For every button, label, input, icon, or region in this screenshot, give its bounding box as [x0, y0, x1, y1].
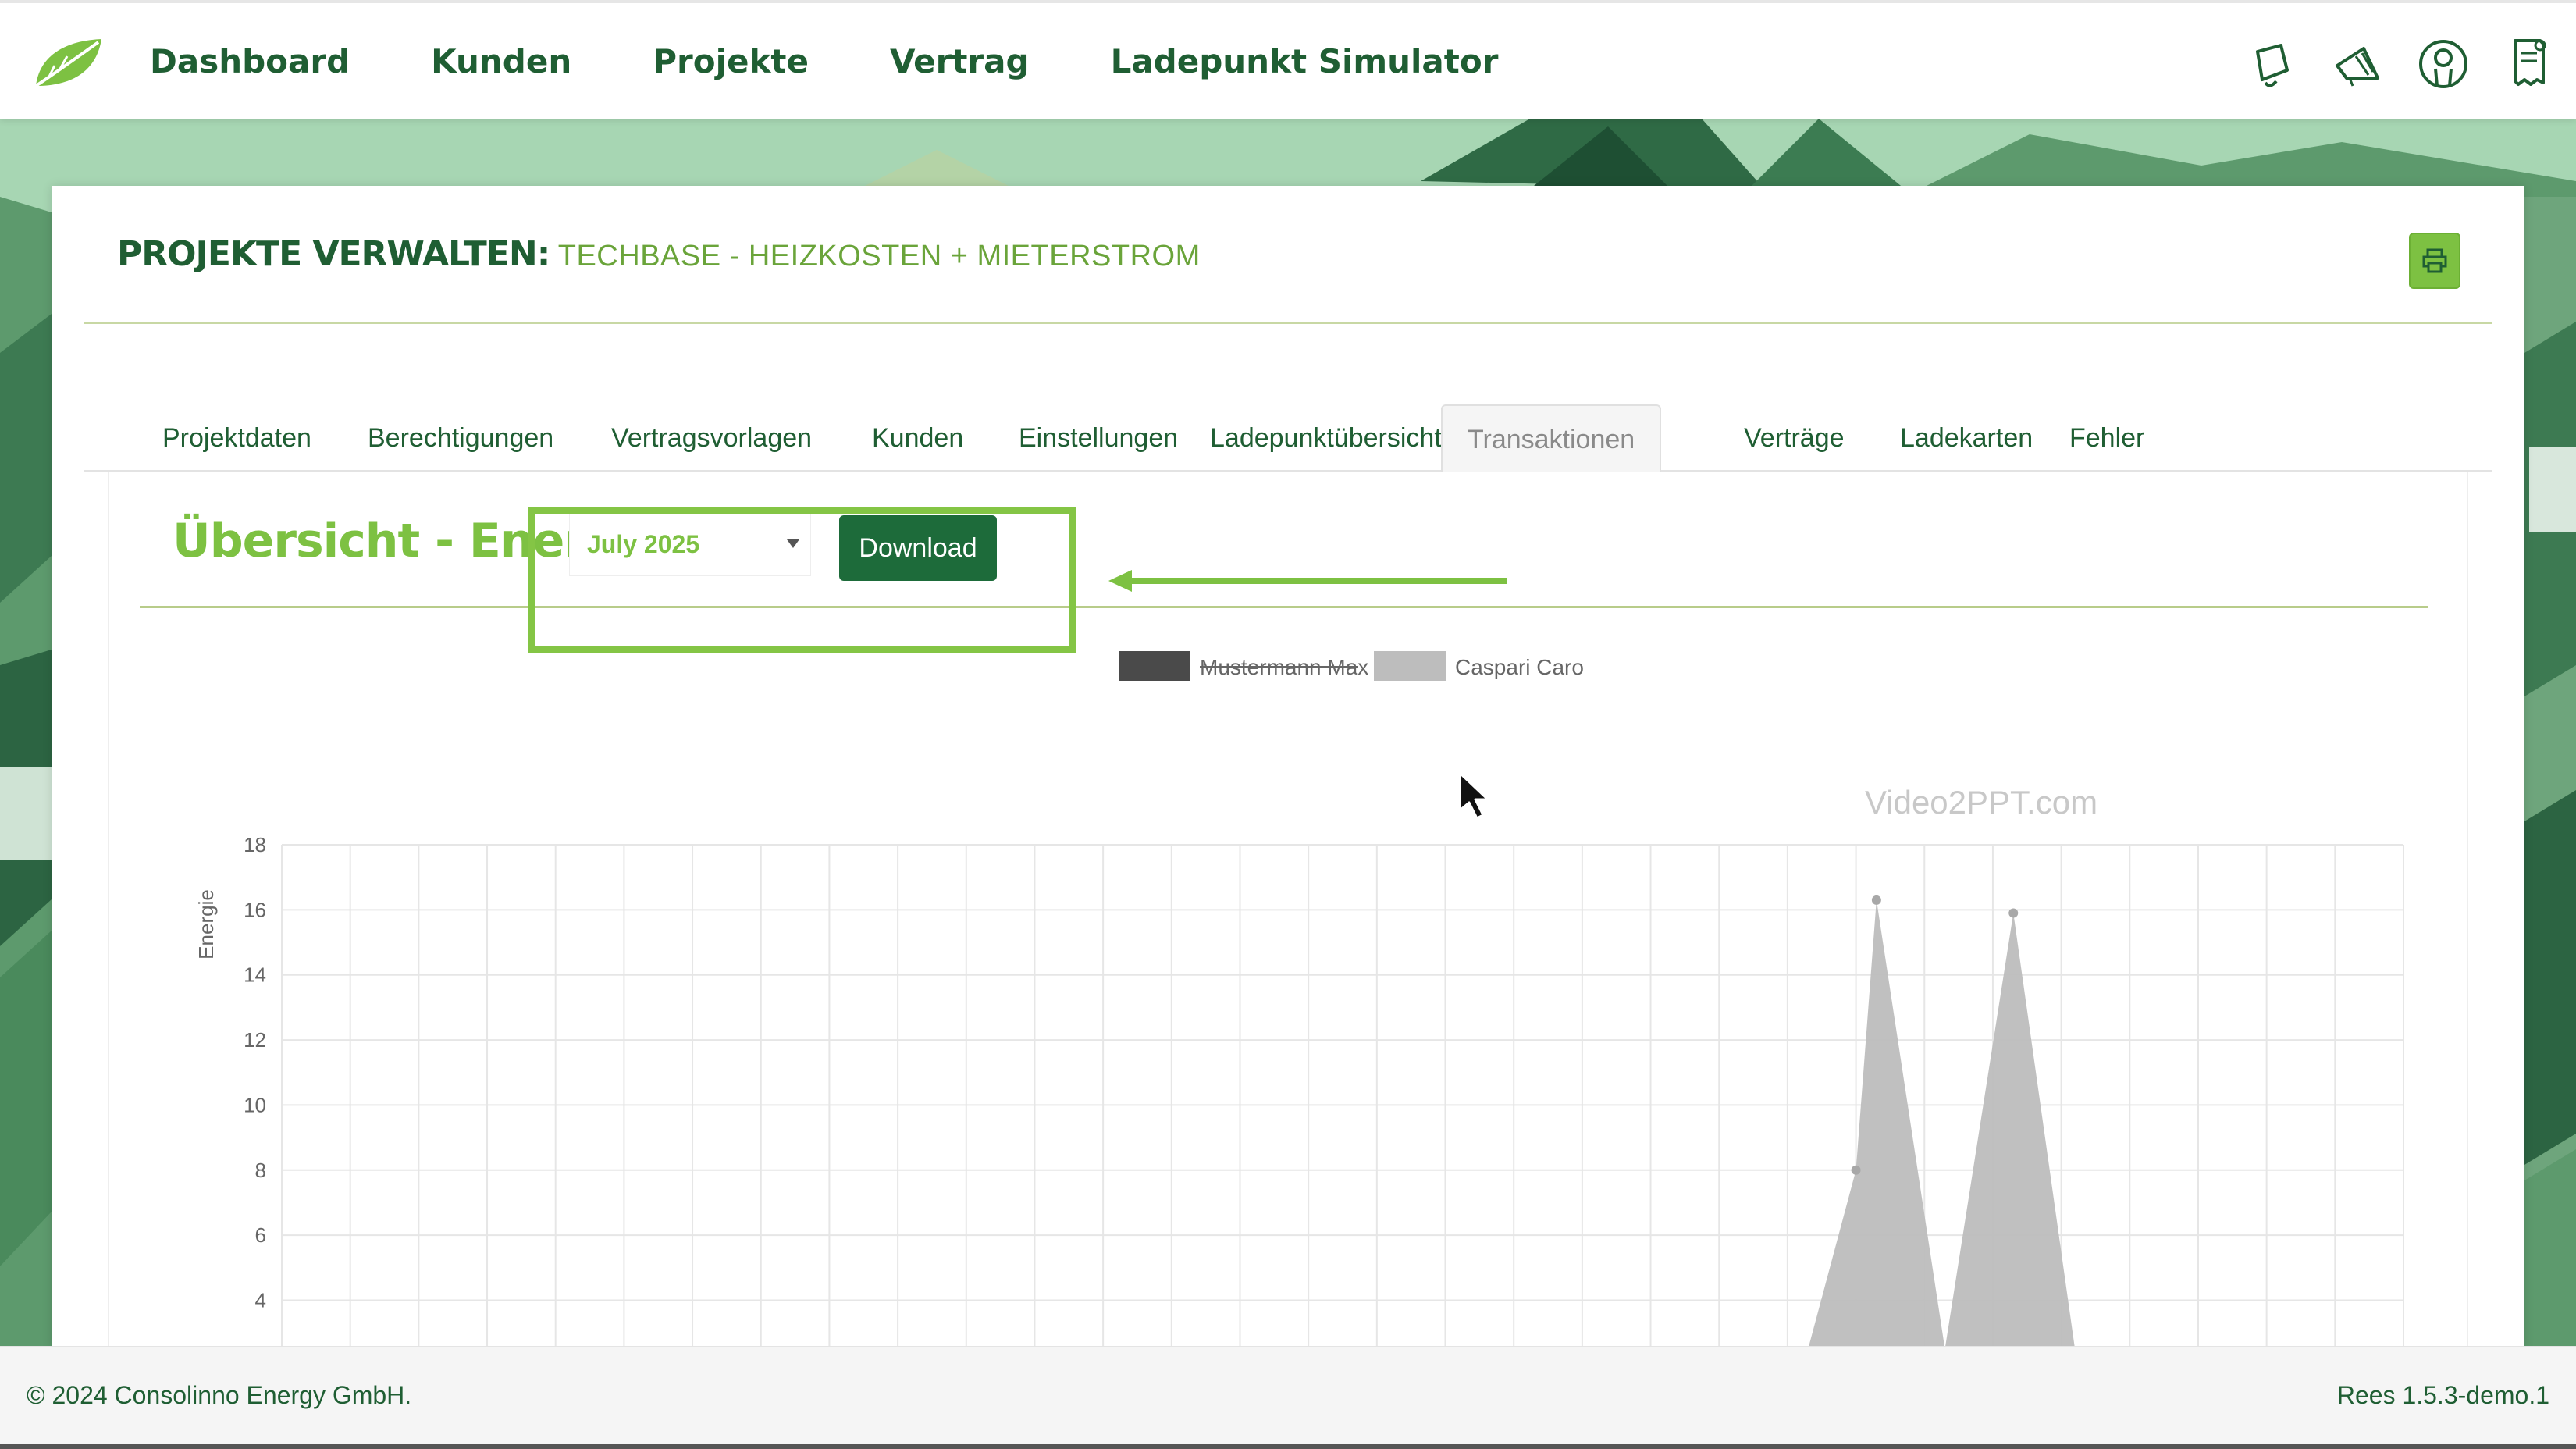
chevron-down-icon [787, 539, 799, 548]
footer: © 2024 Consolinno Energy GmbH. Rees 1.5.… [0, 1346, 2576, 1449]
y-tick-label: 12 [244, 1028, 266, 1052]
download-button[interactable]: Download [839, 515, 997, 581]
tab-transaktionen[interactable]: Transaktionen [1441, 404, 1662, 472]
y-tick-label: 4 [255, 1288, 266, 1312]
mouse-cursor-icon [1458, 771, 1489, 820]
tab-berechtigungen[interactable]: Berechtigungen [368, 404, 553, 472]
project-tabs: Projektdaten Berechtigungen Vertragsvorl… [84, 404, 2492, 472]
chart-y-label: Energie [194, 889, 218, 959]
leaf-logo-icon[interactable] [31, 34, 106, 92]
nav-ladepunkt-simulator[interactable]: Ladepunkt Simulator [1111, 42, 1499, 80]
y-tick-label: 6 [255, 1223, 266, 1247]
header-icons [2247, 34, 2554, 94]
print-icon [2422, 248, 2447, 273]
legend-swatch[interactable] [1119, 651, 1190, 681]
project-card: PROJEKTE VERWALTEN: TECHBASE - HEIZKOSTE… [52, 186, 2524, 1349]
nav-projekte[interactable]: Projekte [653, 42, 809, 80]
energy-chart: 4 6 8 10 12 14 16 18 Energie Mustermann Max Casp… [194, 651, 2404, 1349]
month-select[interactable]: July 2025 [569, 514, 811, 576]
page-title-main: PROJEKTE VERWALTEN: [117, 234, 550, 274]
tab-fehler[interactable]: Fehler [2069, 404, 2144, 472]
overview-divider [140, 606, 2428, 608]
chart-grid [281, 844, 2404, 1349]
month-select-value: July 2025 [587, 530, 700, 558]
tab-ladekarten[interactable]: Ladekarten [1900, 404, 2033, 472]
top-navbar: Dashboard Kunden Projekte Vertrag Ladepu… [0, 0, 2576, 119]
footer-copyright: © 2024 Consolinno Energy GmbH. [27, 1381, 412, 1409]
chart-legend: Mustermann Max Caspari Caro [1119, 651, 1584, 681]
chart-y-ticks: 4 6 8 10 12 14 16 18 [244, 833, 266, 1312]
tab-kunden[interactable]: Kunden [872, 404, 963, 472]
transactions-panel: Übersicht - Energie July 2025 Download 4… [108, 472, 2468, 1349]
nav-kunden[interactable]: Kunden [431, 42, 571, 80]
nav-vertrag[interactable]: Vertrag [890, 42, 1030, 80]
y-tick-label: 16 [244, 898, 266, 921]
y-tick-label: 8 [255, 1159, 266, 1182]
megaphone-icon[interactable] [2332, 34, 2382, 94]
page-title: PROJEKTE VERWALTEN: TECHBASE - HEIZKOSTE… [117, 234, 1201, 274]
data-point [1871, 895, 1881, 905]
data-point [1851, 1165, 1861, 1175]
print-button[interactable] [2409, 233, 2460, 289]
chart-series [1808, 895, 2076, 1349]
arrow-left-icon [1108, 570, 1507, 592]
document-icon[interactable] [2504, 34, 2554, 94]
series-area [1808, 899, 2076, 1349]
legend-swatch[interactable] [1374, 651, 1446, 681]
data-point [2008, 908, 2019, 918]
y-tick-label: 10 [244, 1093, 266, 1116]
watermark-text: Video2PPT.com [1865, 784, 2097, 821]
tab-vertraege[interactable]: Verträge [1744, 404, 1845, 472]
main-nav: Dashboard Kunden Projekte Vertrag Ladepu… [150, 42, 1498, 80]
tab-vertragsvorlagen[interactable]: Vertragsvorlagen [611, 404, 812, 472]
page-title-project: TECHBASE - HEIZKOSTEN + MIETERSTROM [557, 240, 1201, 272]
y-tick-label: 14 [244, 963, 266, 987]
nav-dashboard[interactable]: Dashboard [150, 42, 350, 80]
tab-ladepunktuebersicht[interactable]: Ladepunktübersicht [1210, 404, 1442, 472]
title-divider [84, 322, 2492, 324]
legend-label[interactable]: Caspari Caro [1455, 655, 1584, 679]
tab-projektdaten[interactable]: Projektdaten [162, 404, 311, 472]
bell-icon[interactable] [2247, 34, 2297, 94]
tab-einstellungen[interactable]: Einstellungen [1019, 404, 1178, 472]
y-tick-label: 18 [244, 833, 266, 856]
footer-version: Rees 1.5.3-demo.1 [2336, 1381, 2549, 1409]
user-avatar-icon[interactable] [2418, 34, 2468, 94]
